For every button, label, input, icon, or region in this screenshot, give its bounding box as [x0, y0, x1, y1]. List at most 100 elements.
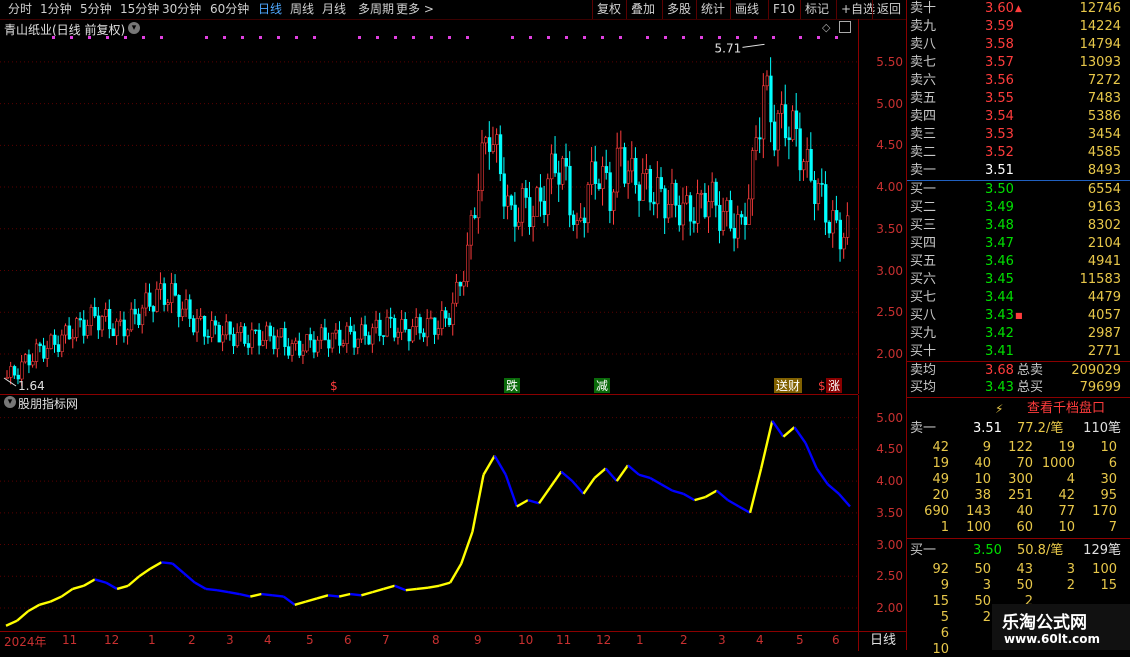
period-label[interactable]: 日线 — [858, 632, 907, 651]
toolbar-action-4[interactable]: 画线 — [730, 0, 759, 19]
buy-level-row[interactable]: 买九 3.42 2987 — [907, 325, 1123, 343]
candle-body — [53, 334, 57, 345]
event-marker[interactable]: 涨 — [828, 378, 840, 393]
buy-queue-cell: 43 — [1016, 562, 1033, 577]
buy-level-row[interactable]: 买八 3.43 ■ 4057 — [907, 307, 1123, 325]
period-tab-4[interactable]: 30分钟 — [162, 1, 201, 18]
sell-level-row[interactable]: 卖十 3.60 ▲ 12746 — [907, 0, 1123, 18]
event-marker[interactable]: 减 — [596, 379, 608, 393]
period-tab-10[interactable]: 更多 > — [396, 1, 434, 18]
toolbar-action-3[interactable]: 统计 — [696, 0, 725, 19]
signal-dot — [799, 36, 802, 39]
candle-body — [75, 318, 79, 338]
diamond-icon[interactable]: ◇ — [822, 21, 830, 34]
buy-level-row[interactable]: 买四 3.47 2104 — [907, 235, 1123, 253]
candle-body — [553, 153, 558, 174]
time-tick-label: 3 — [226, 633, 234, 647]
toolbar-action-6[interactable]: 标记 — [800, 0, 829, 19]
candle-body — [641, 173, 645, 201]
indicator-segment — [804, 442, 818, 469]
buy-level-volume: 4941 — [1087, 254, 1121, 269]
candle-body — [557, 172, 561, 185]
sell-level-row[interactable]: 卖八 3.58 14794 — [907, 36, 1123, 54]
candle-body — [433, 317, 437, 335]
indicator-segment — [671, 489, 684, 495]
candle-body — [104, 308, 108, 317]
event-marker[interactable]: 跌 — [506, 378, 518, 393]
sell-queue-cell: 4 — [1066, 472, 1075, 487]
toolbar-action-1[interactable]: 叠加 — [626, 0, 655, 19]
buy-level-row[interactable]: 买一 3.50 6554 — [907, 181, 1123, 199]
toolbar-action-7[interactable]: +自选 — [836, 0, 875, 19]
buy-level-row[interactable]: 买七 3.44 4479 — [907, 289, 1123, 307]
buy-level-row[interactable]: 买五 3.46 4941 — [907, 253, 1123, 271]
indicator-panel[interactable]: ▾ 股朋指标网 — [0, 395, 858, 631]
time-tick-label: 2 — [188, 633, 196, 647]
sell-level-row[interactable]: 卖六 3.56 7272 — [907, 72, 1123, 90]
candle-body — [206, 335, 210, 338]
period-tab-6[interactable]: 日线 — [258, 1, 282, 18]
event-marker[interactable]: $ — [818, 379, 826, 393]
signal-dot — [241, 36, 244, 39]
sell-level-row[interactable]: 卖九 3.59 14224 — [907, 18, 1123, 36]
indicator-segment — [582, 477, 596, 495]
candle-body — [762, 85, 766, 140]
sell-level-row[interactable]: 卖四 3.54 5386 — [907, 108, 1123, 126]
sell-level-price: 3.53 — [985, 127, 1014, 142]
sell-level-row[interactable]: 卖五 3.55 7483 — [907, 90, 1123, 108]
window-icon[interactable] — [839, 21, 851, 33]
toolbar-action-8[interactable]: 返回 — [872, 0, 901, 19]
sell-level-row[interactable]: 卖七 3.57 13093 — [907, 54, 1123, 72]
period-tab-2[interactable]: 5分钟 — [80, 1, 112, 18]
toolbar-action-2[interactable]: 多股 — [662, 0, 691, 19]
thousand-level-link-text[interactable]: 查看千档盘口 — [1027, 400, 1105, 418]
period-tab-9[interactable]: 多周期 — [358, 1, 394, 18]
candle-body — [495, 134, 499, 145]
event-marker[interactable]: 送财 — [776, 378, 800, 393]
period-tab-1[interactable]: 1分钟 — [40, 1, 72, 18]
indicator-segment — [116, 584, 129, 591]
candle-body — [634, 157, 638, 186]
sell-level-row[interactable]: 卖三 3.53 3454 — [907, 126, 1123, 144]
buy-level-row[interactable]: 买六 3.45 11583 — [907, 271, 1123, 289]
candlestick-chart[interactable]: 5.711.64 $ 跌减送财 $ 涨 — [0, 19, 858, 394]
main-chart-panel[interactable]: 5.71 1.64 $ 跌减送财 $ 涨 青山纸业(日线 前复权) ▾ ◇ — [0, 19, 858, 395]
period-tab-0[interactable]: 分时 — [8, 1, 32, 18]
indicator-segment — [127, 575, 141, 587]
buy-level-row[interactable]: 买三 3.48 8302 — [907, 217, 1123, 235]
signal-dot — [664, 36, 667, 39]
thousand-level-link[interactable]: ⚡ 查看千档盘口 — [907, 400, 1130, 418]
candle-body — [469, 215, 473, 246]
buy-level-row[interactable]: 买二 3.49 9163 — [907, 199, 1123, 217]
indicator-segment — [715, 489, 729, 502]
period-tab-7[interactable]: 周线 — [290, 1, 314, 18]
event-marker[interactable]: $ — [330, 379, 338, 393]
candle-body — [780, 104, 784, 114]
period-tab-3[interactable]: 15分钟 — [120, 1, 159, 18]
candle-body — [392, 318, 397, 338]
candle-body — [466, 244, 470, 282]
chevron-down-icon[interactable]: ▾ — [128, 22, 140, 34]
toolbar-action-5[interactable]: F10 — [768, 0, 795, 19]
signal-dot — [547, 36, 550, 39]
chevron-down-icon[interactable]: ▾ — [4, 396, 16, 408]
indicator-segment — [227, 590, 240, 596]
candle-body — [513, 204, 517, 227]
signal-dot — [160, 36, 163, 39]
candle-body — [184, 299, 188, 310]
candle-body — [769, 75, 773, 123]
sell-level-row[interactable]: 卖一 3.51 8493 — [907, 162, 1123, 180]
price-tick-label: 2.00 — [876, 346, 903, 361]
candle-body — [751, 150, 755, 200]
period-tab-8[interactable]: 月线 — [322, 1, 346, 18]
toolbar-action-0[interactable]: 复权 — [592, 0, 621, 19]
candle-body — [86, 325, 90, 336]
sell-level-volume: 14794 — [1079, 37, 1121, 52]
sell-level-row[interactable]: 卖二 3.52 4585 — [907, 144, 1123, 162]
order-book: 卖十 3.60 ▲ 12746 卖九 3.59 14224 卖八 3.58 14794 卖七 3.57… — [906, 0, 1130, 657]
candle-body — [385, 316, 389, 337]
average-row: 买均 3.43 总买 79699 — [907, 379, 1123, 397]
period-tab-5[interactable]: 60分钟 — [210, 1, 249, 18]
indicator-chart[interactable] — [0, 395, 858, 631]
buy-level-row[interactable]: 买十 3.41 2771 — [907, 343, 1123, 361]
